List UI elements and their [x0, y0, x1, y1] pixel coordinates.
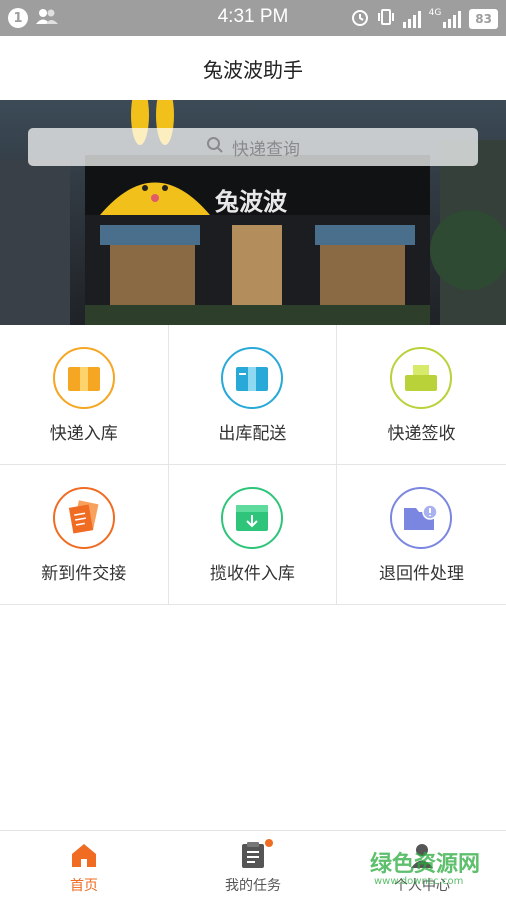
- network-type-label: 4G: [428, 8, 442, 18]
- grid-item-express-in[interactable]: 快递入库: [0, 325, 169, 465]
- grid-item-new-handover[interactable]: 新到件交接: [0, 465, 169, 605]
- notification-dot: [265, 839, 273, 847]
- alarm-icon: [351, 8, 369, 30]
- signal-bars-icon: [402, 10, 421, 28]
- home-icon: [70, 841, 98, 869]
- package-in-icon: [52, 347, 115, 409]
- grid-item-label: 快递入库: [49, 424, 118, 444]
- tab-my-tasks[interactable]: 我的任务: [169, 831, 337, 901]
- function-grid: 快递入库 出库配送 快递签收 新到件交接 揽收件入库 退回件处理: [0, 325, 506, 605]
- grid-item-pickup-in[interactable]: 揽收件入库: [168, 465, 338, 605]
- vibrate-icon: [377, 8, 395, 30]
- grid-item-return-process[interactable]: 退回件处理: [337, 465, 506, 605]
- tab-home[interactable]: 首页: [0, 831, 168, 901]
- package-out-icon: [221, 347, 284, 409]
- status-bar: 1 4:31 PM 4G 83: [0, 0, 506, 36]
- grid-item-label: 退回件处理: [378, 564, 464, 584]
- grid-item-label: 快递签收: [387, 424, 456, 444]
- documents-icon: [52, 487, 115, 549]
- package-sign-icon: [390, 347, 453, 409]
- tab-label: 首页: [70, 878, 98, 894]
- watermark-text: 绿色资源网: [370, 852, 481, 877]
- search-placeholder: 快递查询: [232, 139, 300, 160]
- page-title: 兔波波助手: [0, 36, 506, 100]
- tab-label: 我的任务: [225, 878, 281, 894]
- status-right: 4G 83: [351, 8, 498, 30]
- store-sign: 兔波波: [215, 188, 287, 216]
- inbox-download-icon: [221, 487, 284, 549]
- grid-item-label: 揽收件入库: [209, 564, 295, 584]
- search-input[interactable]: 快递查询: [28, 128, 478, 166]
- grid-item-label: 出库配送: [218, 424, 287, 444]
- banner-image[interactable]: 兔波波 快递查询: [0, 100, 506, 325]
- signal-bars-2-icon: [443, 10, 462, 28]
- grid-item-label: 新到件交接: [41, 564, 127, 584]
- folder-alert-icon: [390, 487, 453, 549]
- watermark-url: www.downcc.com: [374, 876, 464, 887]
- watermark: 绿色资源网 www.downcc.com: [370, 846, 481, 887]
- search-icon: [206, 136, 224, 159]
- battery-indicator: 83: [469, 9, 498, 29]
- grid-item-express-sign[interactable]: 快递签收: [337, 325, 506, 465]
- grid-item-out-delivery[interactable]: 出库配送: [168, 325, 338, 465]
- clipboard-icon: [239, 839, 273, 869]
